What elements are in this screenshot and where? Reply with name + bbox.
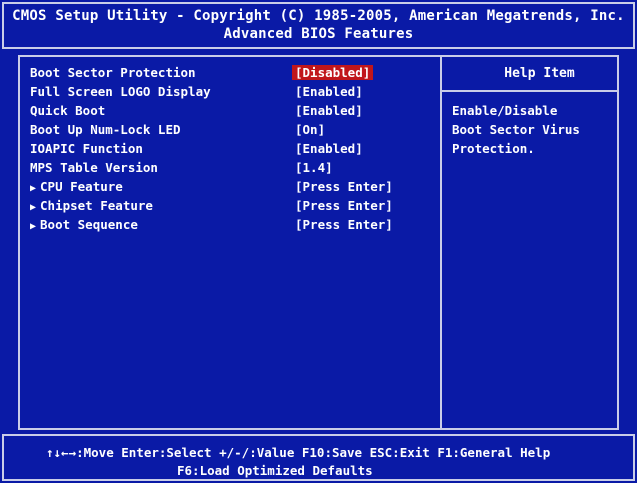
- menu-item-ioapic[interactable]: IOAPIC Function: [30, 141, 143, 156]
- footer-shortcuts: ↑↓←→:Move Enter:Select +/-/:Value F10:Sa…: [46, 445, 551, 460]
- menu-item-chipset-feature[interactable]: ▶ Chipset Feature: [30, 198, 153, 215]
- triangle-right-icon: ▶: [30, 183, 37, 194]
- menu-item-label: Chipset Feature: [40, 198, 153, 213]
- menu-item-label: MPS Table Version: [30, 160, 158, 175]
- menu-item-label: Quick Boot: [30, 103, 106, 118]
- triangle-right-icon: ▶: [30, 221, 37, 232]
- menu-value-full-screen-logo[interactable]: [Enabled]: [295, 84, 363, 99]
- menu-item-cpu-feature[interactable]: ▶ CPU Feature: [30, 179, 123, 196]
- menu-value-quick-boot[interactable]: [Enabled]: [295, 103, 363, 118]
- menu-value-boot-sector-protection[interactable]: [Disabled]: [292, 65, 374, 80]
- menu-value-num-lock[interactable]: [On]: [295, 122, 325, 137]
- help-title: Help Item: [504, 66, 575, 81]
- menu-value-mps-table[interactable]: [1.4]: [295, 160, 333, 175]
- menu-value-chipset-feature[interactable]: [Press Enter]: [295, 198, 393, 213]
- footer-load-defaults: F6:Load Optimized Defaults: [177, 463, 373, 478]
- triangle-right-icon: ▶: [30, 202, 37, 213]
- bios-screen: CMOS Setup Utility - Copyright (C) 1985-…: [0, 0, 637, 483]
- menu-item-full-screen-logo[interactable]: Full Screen LOGO Display: [30, 84, 211, 99]
- header-title: CMOS Setup Utility - Copyright (C) 1985-…: [12, 8, 625, 24]
- menu-item-label: IOAPIC Function: [30, 141, 143, 156]
- help-title-divider: [440, 90, 619, 92]
- help-text-line: Protection.: [452, 141, 535, 156]
- menu-item-quick-boot[interactable]: Quick Boot: [30, 103, 105, 118]
- header-subtitle: Advanced BIOS Features: [223, 26, 414, 42]
- menu-item-num-lock[interactable]: Boot Up Num-Lock LED: [30, 122, 181, 137]
- help-text-line: Enable/Disable: [452, 103, 558, 118]
- help-text-line: Boot Sector Virus: [452, 122, 580, 137]
- menu-item-label: Boot Sector Protection: [30, 65, 196, 80]
- menu-item-label: CPU Feature: [40, 179, 123, 194]
- menu-item-label: Boot Sequence: [40, 217, 138, 232]
- menu-value-ioapic[interactable]: [Enabled]: [295, 141, 363, 156]
- menu-item-boot-sector-protection[interactable]: Boot Sector Protection: [30, 65, 196, 80]
- menu-value-boot-sequence[interactable]: [Press Enter]: [295, 217, 393, 232]
- menu-value-cpu-feature[interactable]: [Press Enter]: [295, 179, 393, 194]
- menu-item-label: Boot Up Num-Lock LED: [30, 122, 181, 137]
- menu-item-boot-sequence[interactable]: ▶ Boot Sequence: [30, 217, 138, 234]
- menu-item-label: Full Screen LOGO Display: [30, 84, 211, 99]
- menu-item-mps-table[interactable]: MPS Table Version: [30, 160, 158, 175]
